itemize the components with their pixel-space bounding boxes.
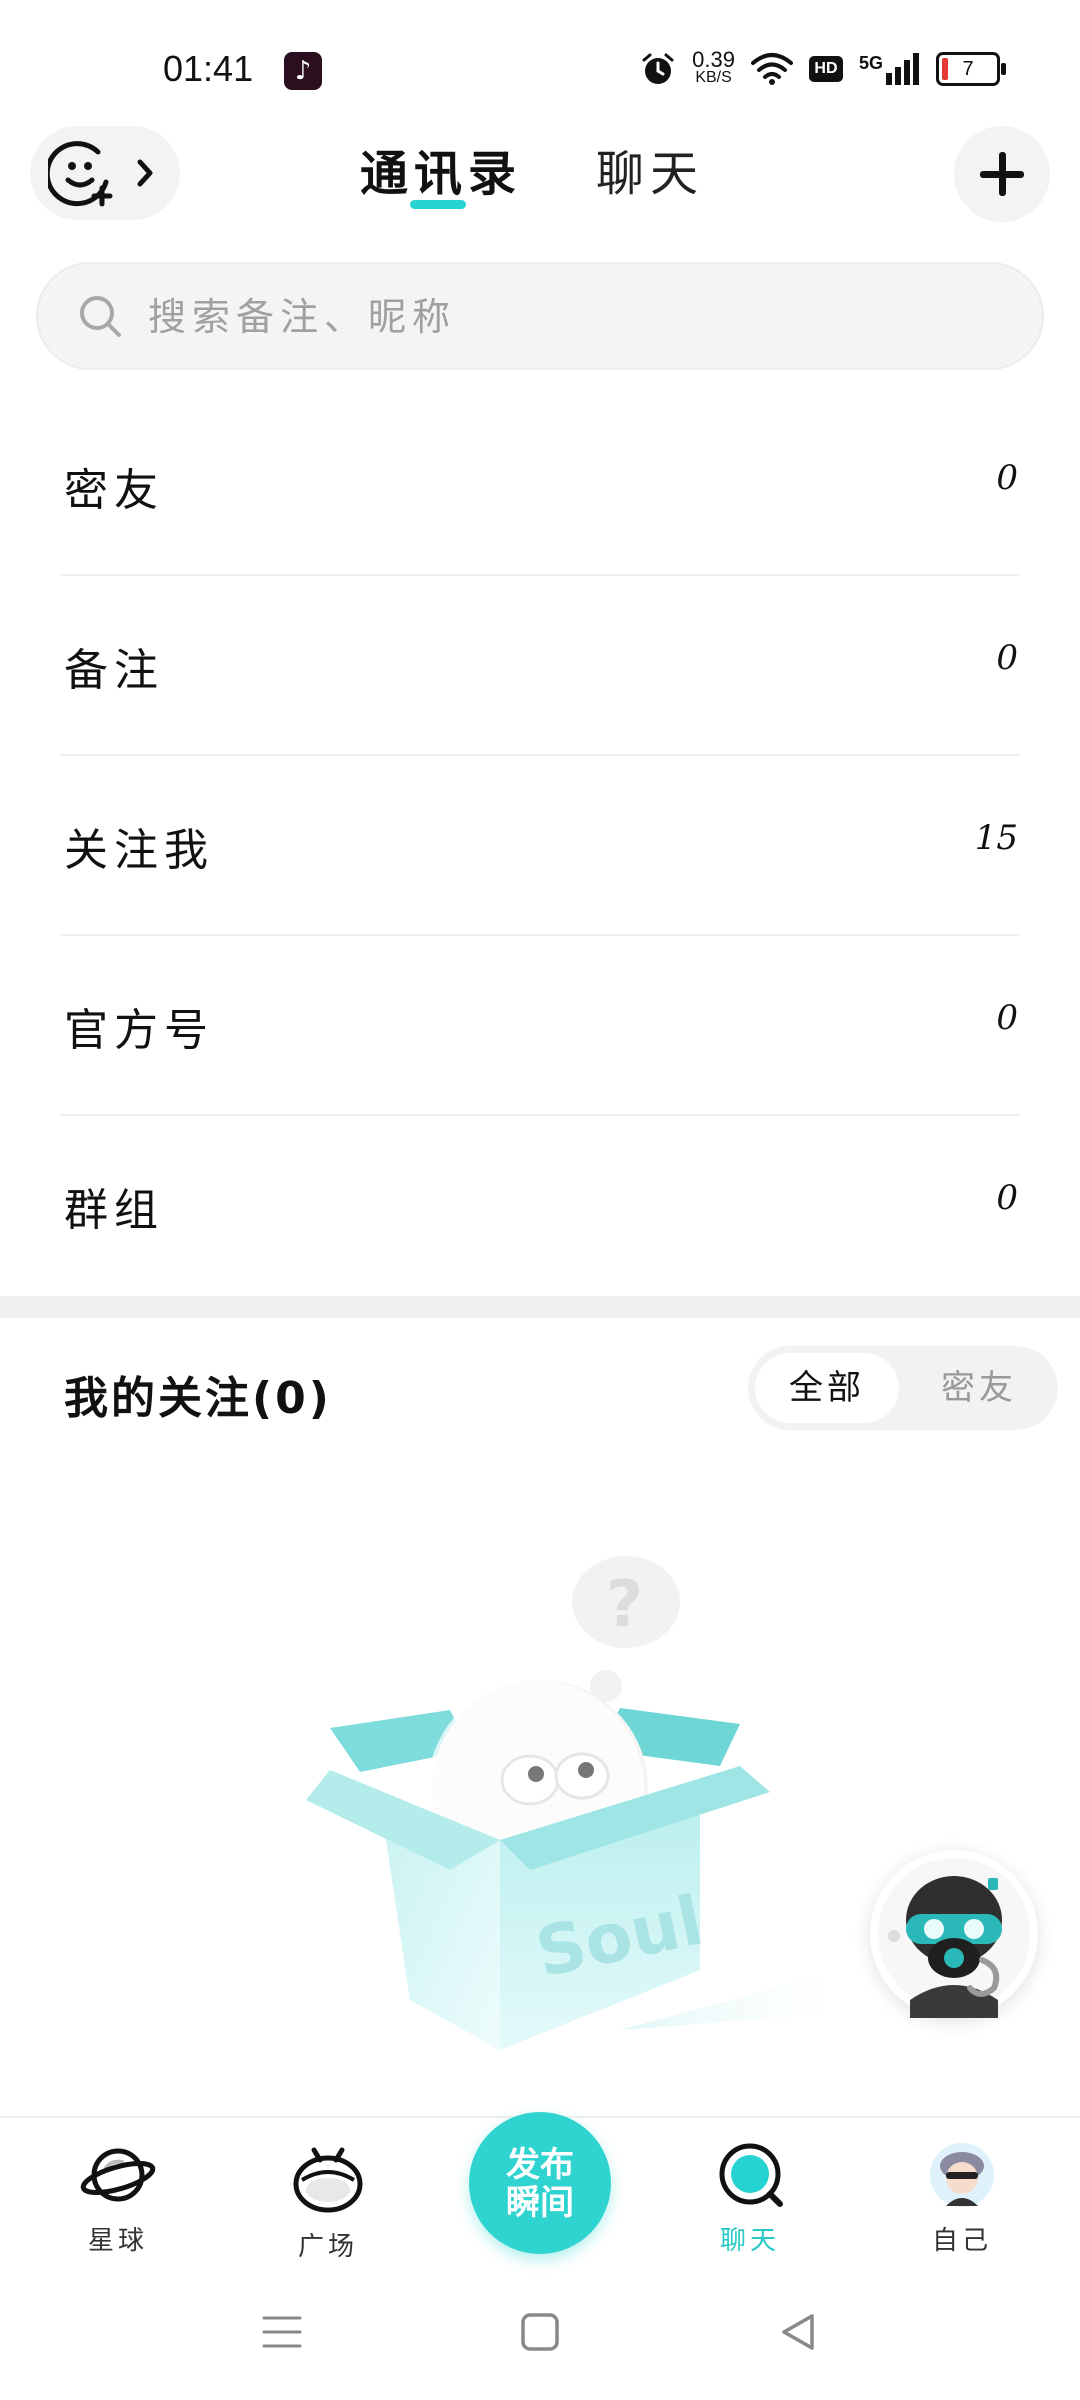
battery-indicator: 7 xyxy=(936,52,1006,86)
status-bar: 01:41 ♪ 0.39 KB/S HD 5G 7 xyxy=(0,0,1080,120)
category-label: 密友 xyxy=(64,465,164,516)
svg-text:?: ? xyxy=(606,1568,643,1642)
status-time: 01:41 xyxy=(163,48,254,89)
tab-chat[interactable]: 聊天 xyxy=(596,134,704,204)
publish-label-line2: 瞬间 xyxy=(506,2183,574,2223)
filter-close-friends[interactable]: 密友 xyxy=(907,1353,1051,1423)
category-label: 备注 xyxy=(64,645,164,696)
nav-label: 自己 xyxy=(931,2226,992,2256)
status-indicators: 0.39 KB/S HD 5G 7 xyxy=(640,44,1006,94)
following-filter: 全部 密友 xyxy=(748,1346,1058,1430)
search-icon xyxy=(80,296,121,337)
publish-moment-button[interactable]: 发布 瞬间 xyxy=(469,2112,611,2254)
planet-icon xyxy=(80,2148,156,2202)
network-speed-unit: KB/S xyxy=(695,69,732,86)
category-count: 0 xyxy=(996,1178,1018,1218)
square-icon xyxy=(293,2147,363,2213)
category-groups[interactable]: 群组 0 xyxy=(0,1116,1080,1296)
wifi-icon xyxy=(750,53,793,85)
nav-square[interactable]: 广场 xyxy=(258,2140,398,2263)
search-bar[interactable] xyxy=(36,262,1044,370)
alarm-icon xyxy=(642,53,674,84)
system-navigation-bar xyxy=(0,2266,1080,2400)
nav-label: 聊天 xyxy=(719,2226,780,2256)
floating-assistant-avatar[interactable] xyxy=(870,1850,1038,2018)
category-followers[interactable]: 关注我 15 xyxy=(0,756,1080,936)
category-count: 0 xyxy=(996,458,1018,498)
category-label: 官方号 xyxy=(64,1005,214,1056)
category-count: 0 xyxy=(996,998,1018,1038)
section-divider xyxy=(0,1296,1080,1318)
category-label: 关注我 xyxy=(64,825,214,876)
nav-self[interactable]: 自己 xyxy=(892,2140,1032,2257)
signal-indicator: 5G xyxy=(859,53,920,85)
nav-label: 广场 xyxy=(297,2232,358,2262)
filter-all[interactable]: 全部 xyxy=(755,1353,899,1423)
contact-categories: 密友 0 备注 0 关注我 15 官方号 0 群组 0 xyxy=(0,396,1080,1296)
search-input[interactable] xyxy=(146,288,1010,346)
category-remarks[interactable]: 备注 0 xyxy=(0,576,1080,756)
home-icon[interactable] xyxy=(520,2312,560,2352)
assistant-avatar-icon xyxy=(878,1858,1030,2018)
avatar-icon xyxy=(930,2143,994,2207)
menu-icon[interactable] xyxy=(262,2312,302,2352)
nav-label: 星球 xyxy=(87,2226,148,2256)
nav-chat[interactable]: 聊天 xyxy=(680,2140,820,2257)
mood-status-button[interactable] xyxy=(30,126,180,220)
category-label: 群组 xyxy=(64,1185,164,1236)
active-tab-indicator xyxy=(410,200,466,209)
back-icon[interactable] xyxy=(778,2312,818,2352)
signal-bars-icon xyxy=(886,53,919,85)
category-count: 15 xyxy=(974,818,1018,858)
category-official-accounts[interactable]: 官方号 0 xyxy=(0,936,1080,1116)
tab-contacts[interactable]: 通讯录 xyxy=(360,134,522,204)
signal-label: 5G xyxy=(858,53,883,73)
chat-icon xyxy=(719,2143,783,2207)
publish-label-line1: 发布 xyxy=(506,2145,574,2185)
category-count: 0 xyxy=(996,638,1018,678)
add-mood-icon xyxy=(48,141,113,207)
add-button[interactable] xyxy=(954,126,1050,222)
tiktok-notification-icon: ♪ xyxy=(284,52,322,90)
hd-badge: HD xyxy=(808,56,843,82)
chevron-right-icon xyxy=(137,159,153,187)
network-speed: 0.39 KB/S xyxy=(692,49,735,87)
nav-planet[interactable]: 星球 xyxy=(48,2140,188,2257)
category-close-friends[interactable]: 密友 0 xyxy=(0,396,1080,576)
following-title: 我的关注(0) xyxy=(64,1373,332,1424)
empty-state-illustration: ? Soul xyxy=(306,1556,820,2050)
